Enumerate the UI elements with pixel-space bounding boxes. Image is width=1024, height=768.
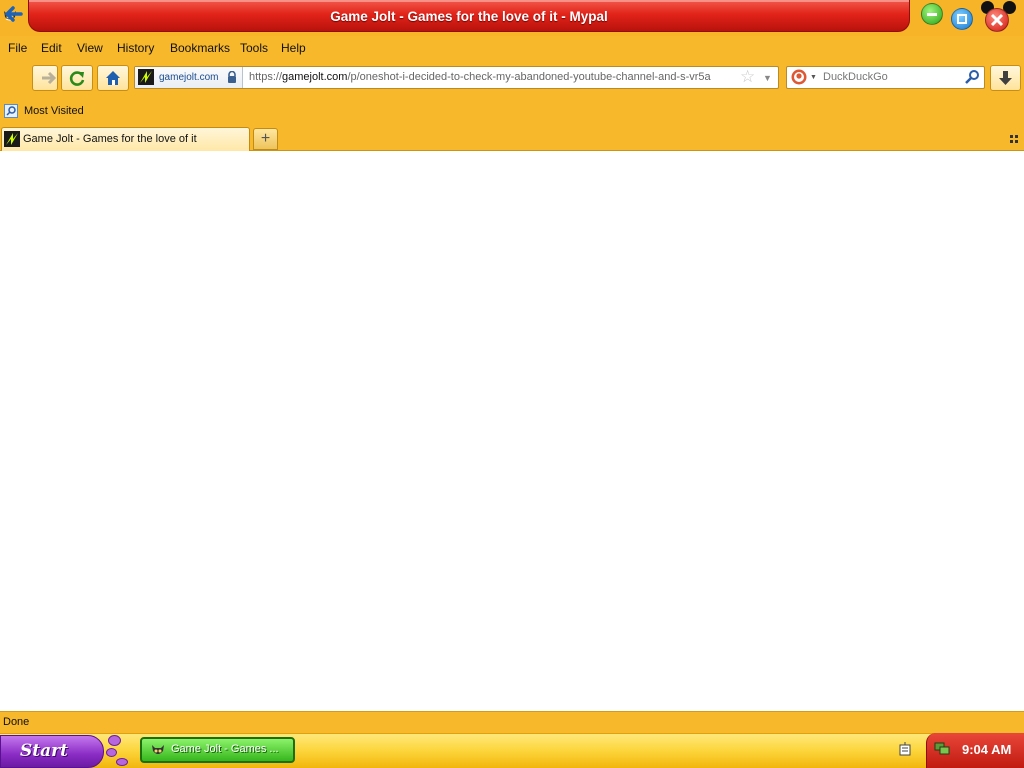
close-icon	[990, 13, 1004, 27]
gamejolt-favicon-icon	[138, 69, 154, 85]
status-bar	[0, 711, 1024, 733]
back-arrow-icon	[4, 6, 23, 22]
network-tray-icon[interactable]	[934, 741, 950, 755]
home-button[interactable]	[97, 65, 129, 91]
menu-help[interactable]: Help	[281, 41, 306, 55]
minimize-button[interactable]	[921, 3, 943, 25]
url-host: gamejolt.com	[282, 71, 348, 83]
list-all-tabs-icon[interactable]	[1008, 133, 1020, 145]
tab-label: Game Jolt - Games for the love of it	[23, 133, 197, 145]
maximize-button[interactable]	[951, 8, 973, 30]
menu-file[interactable]: File	[8, 41, 27, 55]
url-input[interactable]: https://gamejolt.com/p/oneshot-i-decided…	[249, 71, 734, 83]
reload-button[interactable]	[61, 65, 93, 91]
forward-arrow-icon	[42, 71, 57, 85]
bookmarks-toolbar	[0, 98, 1024, 124]
mypal-app-icon	[152, 745, 164, 754]
decorative-bubble	[116, 758, 128, 766]
status-text: Done	[3, 716, 30, 728]
back-button[interactable]	[0, 0, 30, 30]
reload-icon	[69, 71, 85, 86]
menu-history[interactable]: History	[117, 41, 154, 55]
close-button[interactable]	[985, 8, 1009, 32]
duckduckgo-icon[interactable]	[791, 69, 807, 85]
bookmark-most-visited[interactable]: Most Visited	[24, 105, 84, 117]
search-engine-dropdown-icon[interactable]: ▼	[810, 74, 817, 81]
menu-view[interactable]: View	[77, 41, 103, 55]
site-identity-label: gamejolt.com	[159, 72, 219, 83]
url-history-dropdown-icon[interactable]: ▼	[763, 73, 772, 83]
window-title: Game Jolt - Games for the love of it - M…	[330, 9, 608, 24]
url-scheme: https://	[249, 71, 283, 83]
home-icon	[106, 71, 120, 85]
gamejolt-favicon-icon	[4, 131, 20, 147]
url-path: /p/oneshot-i-decided-to-check-my-abandon…	[347, 71, 711, 83]
download-icon	[999, 71, 1012, 85]
taskbar-item-label: Game Jolt - Games ...	[171, 743, 279, 755]
minimize-icon	[927, 13, 937, 16]
new-tab-button[interactable]: +	[253, 128, 278, 150]
downloads-button[interactable]	[990, 65, 1021, 91]
decorative-bubble	[106, 748, 117, 757]
search-icon[interactable]	[964, 69, 980, 85]
lock-icon	[228, 71, 236, 83]
menu-tools[interactable]: Tools	[240, 41, 268, 55]
start-label: Start	[20, 741, 68, 761]
most-visited-folder-icon	[4, 104, 18, 118]
maximize-icon	[957, 14, 967, 24]
page-content[interactable]	[0, 151, 1024, 711]
menu-edit[interactable]: Edit	[41, 41, 62, 55]
forward-button[interactable]	[32, 65, 58, 91]
clock[interactable]: 9:04 AM	[962, 742, 1011, 757]
decorative-bubble	[108, 735, 121, 746]
keyboard-tray-icon[interactable]	[899, 742, 911, 756]
search-input[interactable]: DuckDuckGo	[823, 71, 888, 83]
star-icon[interactable]: ☆	[740, 68, 755, 86]
menu-bookmarks[interactable]: Bookmarks	[170, 41, 230, 55]
